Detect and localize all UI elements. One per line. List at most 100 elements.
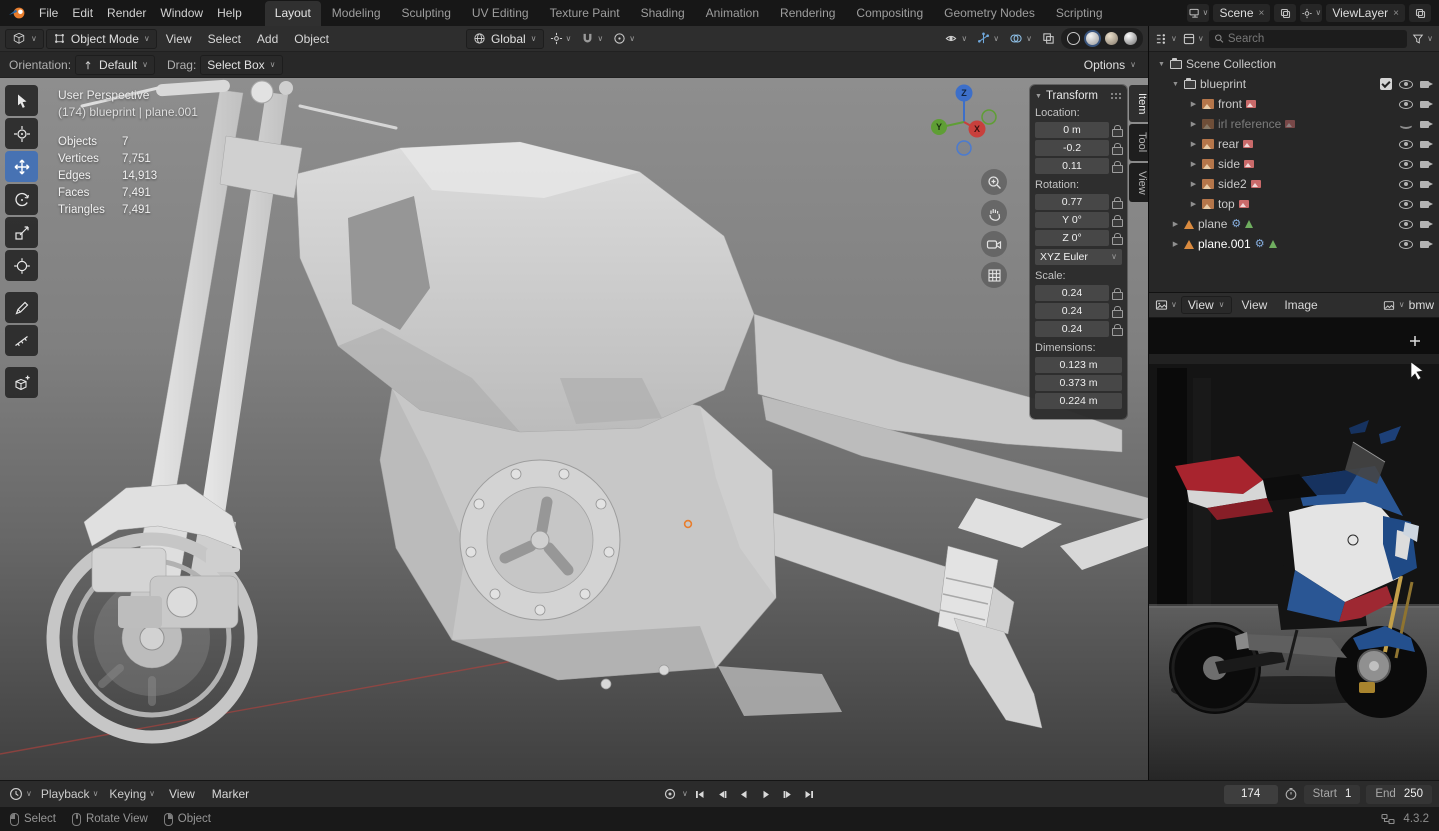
image-menu-image[interactable]: Image: [1277, 295, 1324, 315]
disable-render-icon[interactable]: [1420, 220, 1433, 229]
lock-icon[interactable]: [1112, 160, 1123, 173]
tool-rotate[interactable]: [5, 184, 38, 215]
tool-scale[interactable]: [5, 217, 38, 248]
shading-wireframe-button[interactable]: [1065, 30, 1082, 47]
image-menu-view[interactable]: View: [1235, 295, 1275, 315]
browse-viewlayer-icon[interactable]: ∨: [1300, 4, 1323, 22]
play-reverse-button[interactable]: [734, 785, 754, 803]
orientation-value-dropdown[interactable]: Default ∨: [75, 54, 155, 75]
menu-select[interactable]: Select: [201, 29, 248, 49]
location-x-field[interactable]: 0 m: [1035, 122, 1109, 138]
editor-type-dropdown[interactable]: ∨: [5, 28, 44, 49]
disable-render-icon[interactable]: [1420, 240, 1433, 249]
tab-uv-editing[interactable]: UV Editing: [462, 1, 539, 26]
hide-eye-icon[interactable]: [1399, 219, 1413, 230]
lock-icon[interactable]: [1112, 124, 1123, 137]
disclosure-icon[interactable]: ▼: [1171, 81, 1180, 88]
disclosure-icon[interactable]: ▶: [1189, 140, 1198, 148]
play-button[interactable]: [756, 785, 776, 803]
tab-layout[interactable]: Layout: [264, 1, 321, 26]
menu-file[interactable]: File: [32, 2, 65, 24]
dimension-z-field[interactable]: 0.224 m: [1035, 393, 1122, 409]
image-data-icon[interactable]: [1250, 180, 1261, 188]
outliner-filter-dropdown[interactable]: ∨: [1411, 33, 1434, 45]
scene-selector[interactable]: Scene ×: [1213, 4, 1271, 22]
tool-cursor[interactable]: [5, 118, 38, 149]
disclosure-icon[interactable]: ▶: [1189, 100, 1198, 108]
hide-eye-icon[interactable]: [1399, 199, 1413, 210]
gizmo-y-label[interactable]: Y: [936, 122, 942, 132]
hide-eye-icon[interactable]: [1399, 159, 1413, 170]
disable-render-icon[interactable]: [1420, 180, 1433, 189]
transform-orientation-dropdown[interactable]: Global ∨: [465, 28, 544, 49]
next-keyframe-button[interactable]: [778, 785, 798, 803]
options-dropdown[interactable]: Options ∨: [1077, 55, 1143, 75]
menu-help[interactable]: Help: [210, 2, 249, 24]
start-frame-field[interactable]: Start 1: [1303, 784, 1361, 804]
outliner-editor-dropdown[interactable]: ∨: [1154, 33, 1178, 45]
outliner-search[interactable]: [1208, 29, 1408, 48]
modifier-icon[interactable]: ⚙: [1255, 238, 1265, 250]
modifier-icon[interactable]: ⚙: [1231, 218, 1241, 230]
rotation-z-field[interactable]: Z 0°: [1035, 230, 1109, 246]
rotation-x-field[interactable]: 0.77: [1035, 194, 1109, 210]
outliner-row-scene-collection[interactable]: ▼ Scene Collection: [1149, 54, 1439, 74]
hide-eye-icon[interactable]: [1399, 99, 1413, 110]
menu-edit[interactable]: Edit: [65, 2, 100, 24]
disable-render-icon[interactable]: [1420, 160, 1433, 169]
outliner-row-side2[interactable]: ▶ side2: [1149, 174, 1439, 194]
disclosure-icon[interactable]: ▶: [1189, 120, 1198, 128]
tab-tool[interactable]: Tool: [1129, 124, 1148, 161]
new-scene-icon[interactable]: [1274, 4, 1297, 22]
disclosure-icon[interactable]: ▶: [1189, 200, 1198, 208]
tool-select-box[interactable]: [5, 85, 38, 116]
image-data-icon[interactable]: [1246, 100, 1257, 108]
unlink-scene-icon[interactable]: ×: [1259, 8, 1265, 19]
timeline-menu-marker[interactable]: Marker: [205, 784, 256, 804]
current-frame-field[interactable]: 174: [1223, 784, 1278, 804]
navigation-gizmo[interactable]: Z Y X: [926, 82, 1002, 158]
remove-viewlayer-icon[interactable]: ×: [1393, 8, 1399, 19]
browse-scene-icon[interactable]: ∨: [1187, 4, 1210, 22]
tool-add-cube[interactable]: [5, 367, 38, 398]
gizmos-dropdown[interactable]: ∨: [973, 32, 1003, 45]
hide-eye-icon[interactable]: [1399, 239, 1413, 250]
outliner-row-irl-reference[interactable]: ▶ irl reference: [1149, 114, 1439, 134]
new-viewlayer-icon[interactable]: [1409, 4, 1431, 22]
drag-value-dropdown[interactable]: Select Box ∨: [200, 54, 283, 75]
image-datablock-selector[interactable]: ∨ bmw: [1383, 298, 1434, 312]
menu-window[interactable]: Window: [153, 2, 210, 24]
outliner-row-plane-001[interactable]: ▶ plane.001 ⚙: [1149, 234, 1439, 254]
orthographic-toggle-button[interactable]: [981, 262, 1007, 288]
menu-view[interactable]: View: [159, 29, 199, 49]
scale-y-field[interactable]: 0.24: [1035, 303, 1109, 319]
tool-measure[interactable]: [5, 325, 38, 356]
disclosure-icon[interactable]: ▶: [1189, 160, 1198, 168]
mode-dropdown[interactable]: Object Mode ∨: [45, 28, 157, 49]
tool-annotate[interactable]: [5, 292, 38, 323]
scale-x-field[interactable]: 0.24: [1035, 285, 1109, 301]
tab-modeling[interactable]: Modeling: [322, 1, 391, 26]
hide-eye-icon[interactable]: [1399, 179, 1413, 190]
disable-render-icon[interactable]: [1420, 100, 1433, 109]
snap-pivot-dropdown[interactable]: ∨: [546, 32, 576, 45]
panel-drag-grip[interactable]: [1110, 91, 1122, 101]
shading-material-button[interactable]: [1103, 30, 1120, 47]
lock-icon[interactable]: [1112, 287, 1123, 300]
tab-texture-paint[interactable]: Texture Paint: [540, 1, 630, 26]
keying-dropdown[interactable]: Keying ∨: [105, 787, 159, 801]
outliner-row-side[interactable]: ▶ side: [1149, 154, 1439, 174]
lock-icon[interactable]: [1112, 142, 1123, 155]
hide-eye-icon[interactable]: [1399, 139, 1413, 150]
tab-item[interactable]: Item: [1129, 85, 1148, 123]
tab-geometry-nodes[interactable]: Geometry Nodes: [934, 1, 1045, 26]
menu-render[interactable]: Render: [100, 2, 153, 24]
tab-sculpting[interactable]: Sculpting: [392, 1, 461, 26]
zoom-button[interactable]: [981, 169, 1007, 195]
gizmo-x-label[interactable]: X: [974, 124, 980, 134]
lock-icon[interactable]: [1112, 214, 1123, 227]
scale-z-field[interactable]: 0.24: [1035, 321, 1109, 337]
outliner-row-front[interactable]: ▶ front: [1149, 94, 1439, 114]
outliner-row-blueprint[interactable]: ▼ blueprint: [1149, 74, 1439, 94]
snap-toggle-dropdown[interactable]: ∨: [577, 32, 607, 45]
